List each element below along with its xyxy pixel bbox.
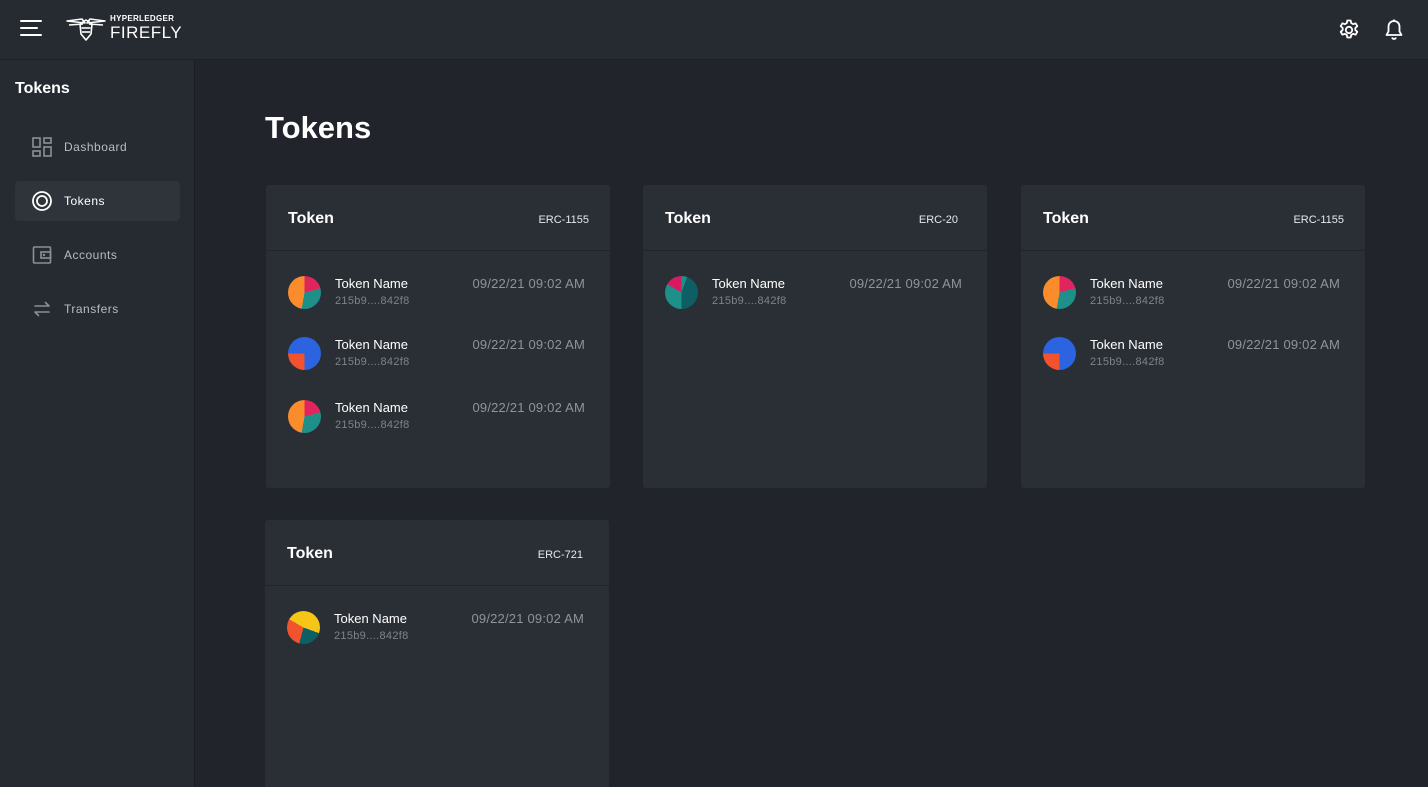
token-card[interactable]: Token ERC-1155 Token Name 215b9....842f8… xyxy=(1021,185,1365,488)
token-avatar xyxy=(288,276,321,309)
token-standard-label: ERC-1155 xyxy=(538,214,589,226)
token-card[interactable]: Token ERC-721 Token Name 215b9....842f8 … xyxy=(265,520,609,787)
token-name: Token Name xyxy=(334,611,407,626)
token-avatar xyxy=(288,400,321,433)
sidebar-item-label: Transfers xyxy=(64,302,119,316)
token-row[interactable]: Token Name 215b9....842f8 09/22/21 09:02… xyxy=(665,276,965,312)
token-name: Token Name xyxy=(335,400,408,415)
page-title: Tokens xyxy=(265,110,372,145)
token-id: 215b9....842f8 xyxy=(335,356,410,368)
token-card[interactable]: Token ERC-20 Token Name 215b9....842f8 0… xyxy=(643,185,987,488)
token-card[interactable]: Token ERC-1155 Token Name 215b9....842f8… xyxy=(266,185,610,488)
sidebar-item-transfers[interactable]: Transfers xyxy=(15,289,180,329)
gear-icon[interactable] xyxy=(1337,18,1361,42)
hamburger-menu-icon[interactable] xyxy=(20,18,44,40)
token-avatar xyxy=(665,276,698,309)
token-date: 09/22/21 09:02 AM xyxy=(1227,337,1340,352)
dashboard-icon xyxy=(31,136,53,158)
token-date: 09/22/21 09:02 AM xyxy=(472,276,585,291)
bell-icon[interactable] xyxy=(1382,18,1406,42)
token-id: 215b9....842f8 xyxy=(335,419,410,431)
token-avatar xyxy=(288,337,321,370)
token-id: 215b9....842f8 xyxy=(334,630,409,642)
sidebar-item-label: Accounts xyxy=(64,248,118,262)
token-row[interactable]: Token Name 215b9....842f8 09/22/21 09:02… xyxy=(288,400,588,436)
token-row[interactable]: Token Name 215b9....842f8 09/22/21 09:02… xyxy=(287,611,587,647)
sidebar-item-accounts[interactable]: Accounts xyxy=(15,235,180,275)
token-date: 09/22/21 09:02 AM xyxy=(1227,276,1340,291)
card-header: Token ERC-20 xyxy=(643,185,987,251)
top-app-bar: HYPERLEDGER FIREFLY xyxy=(0,0,1428,60)
firefly-logo[interactable]: HYPERLEDGER FIREFLY xyxy=(66,13,182,43)
token-row[interactable]: Token Name 215b9....842f8 09/22/21 09:02… xyxy=(1043,276,1343,312)
sidebar-title: Tokens xyxy=(15,80,70,97)
transfer-arrows-icon xyxy=(31,298,53,320)
tokens-icon xyxy=(31,190,53,212)
token-standard-label: ERC-1155 xyxy=(1293,214,1344,226)
sidebar-item-label: Dashboard xyxy=(64,140,128,154)
logo-title: FIREFLY xyxy=(110,23,183,42)
sidebar-item-label: Tokens xyxy=(64,194,106,208)
sidebar: Tokens Dashboard Tokens Accounts Transfe… xyxy=(0,60,195,787)
token-id: 215b9....842f8 xyxy=(1090,356,1165,368)
token-name: Token Name xyxy=(1090,337,1163,352)
token-id: 215b9....842f8 xyxy=(335,295,410,307)
token-avatar xyxy=(1043,337,1076,370)
card-title: Token xyxy=(288,210,334,227)
token-standard-label: ERC-20 xyxy=(918,214,958,226)
token-row[interactable]: Token Name 215b9....842f8 09/22/21 09:02… xyxy=(1043,337,1343,373)
token-standard-label: ERC-721 xyxy=(537,549,583,561)
token-row[interactable]: Token Name 215b9....842f8 09/22/21 09:02… xyxy=(288,337,588,373)
token-id: 215b9....842f8 xyxy=(712,295,787,307)
token-row[interactable]: Token Name 215b9....842f8 09/22/21 09:02… xyxy=(288,276,588,312)
card-header: Token ERC-721 xyxy=(265,520,609,586)
card-title: Token xyxy=(287,545,333,562)
logo-subtitle: HYPERLEDGER xyxy=(110,14,175,23)
token-date: 09/22/21 09:02 AM xyxy=(849,276,962,291)
card-title: Token xyxy=(665,210,711,227)
token-id: 215b9....842f8 xyxy=(1090,295,1165,307)
token-date: 09/22/21 09:02 AM xyxy=(471,611,584,626)
card-header: Token ERC-1155 xyxy=(266,185,610,251)
token-name: Token Name xyxy=(335,276,408,291)
token-avatar xyxy=(287,611,320,644)
wallet-icon xyxy=(31,244,53,266)
firefly-bee-icon xyxy=(66,18,106,41)
token-name: Token Name xyxy=(335,337,408,352)
token-name: Token Name xyxy=(1090,276,1163,291)
token-avatar xyxy=(1043,276,1076,309)
card-title: Token xyxy=(1043,210,1089,227)
sidebar-item-dashboard[interactable]: Dashboard xyxy=(15,127,180,167)
token-date: 09/22/21 09:02 AM xyxy=(472,337,585,352)
card-header: Token ERC-1155 xyxy=(1021,185,1365,251)
sidebar-item-tokens[interactable]: Tokens xyxy=(15,181,180,221)
token-date: 09/22/21 09:02 AM xyxy=(472,400,585,415)
token-name: Token Name xyxy=(712,276,785,291)
